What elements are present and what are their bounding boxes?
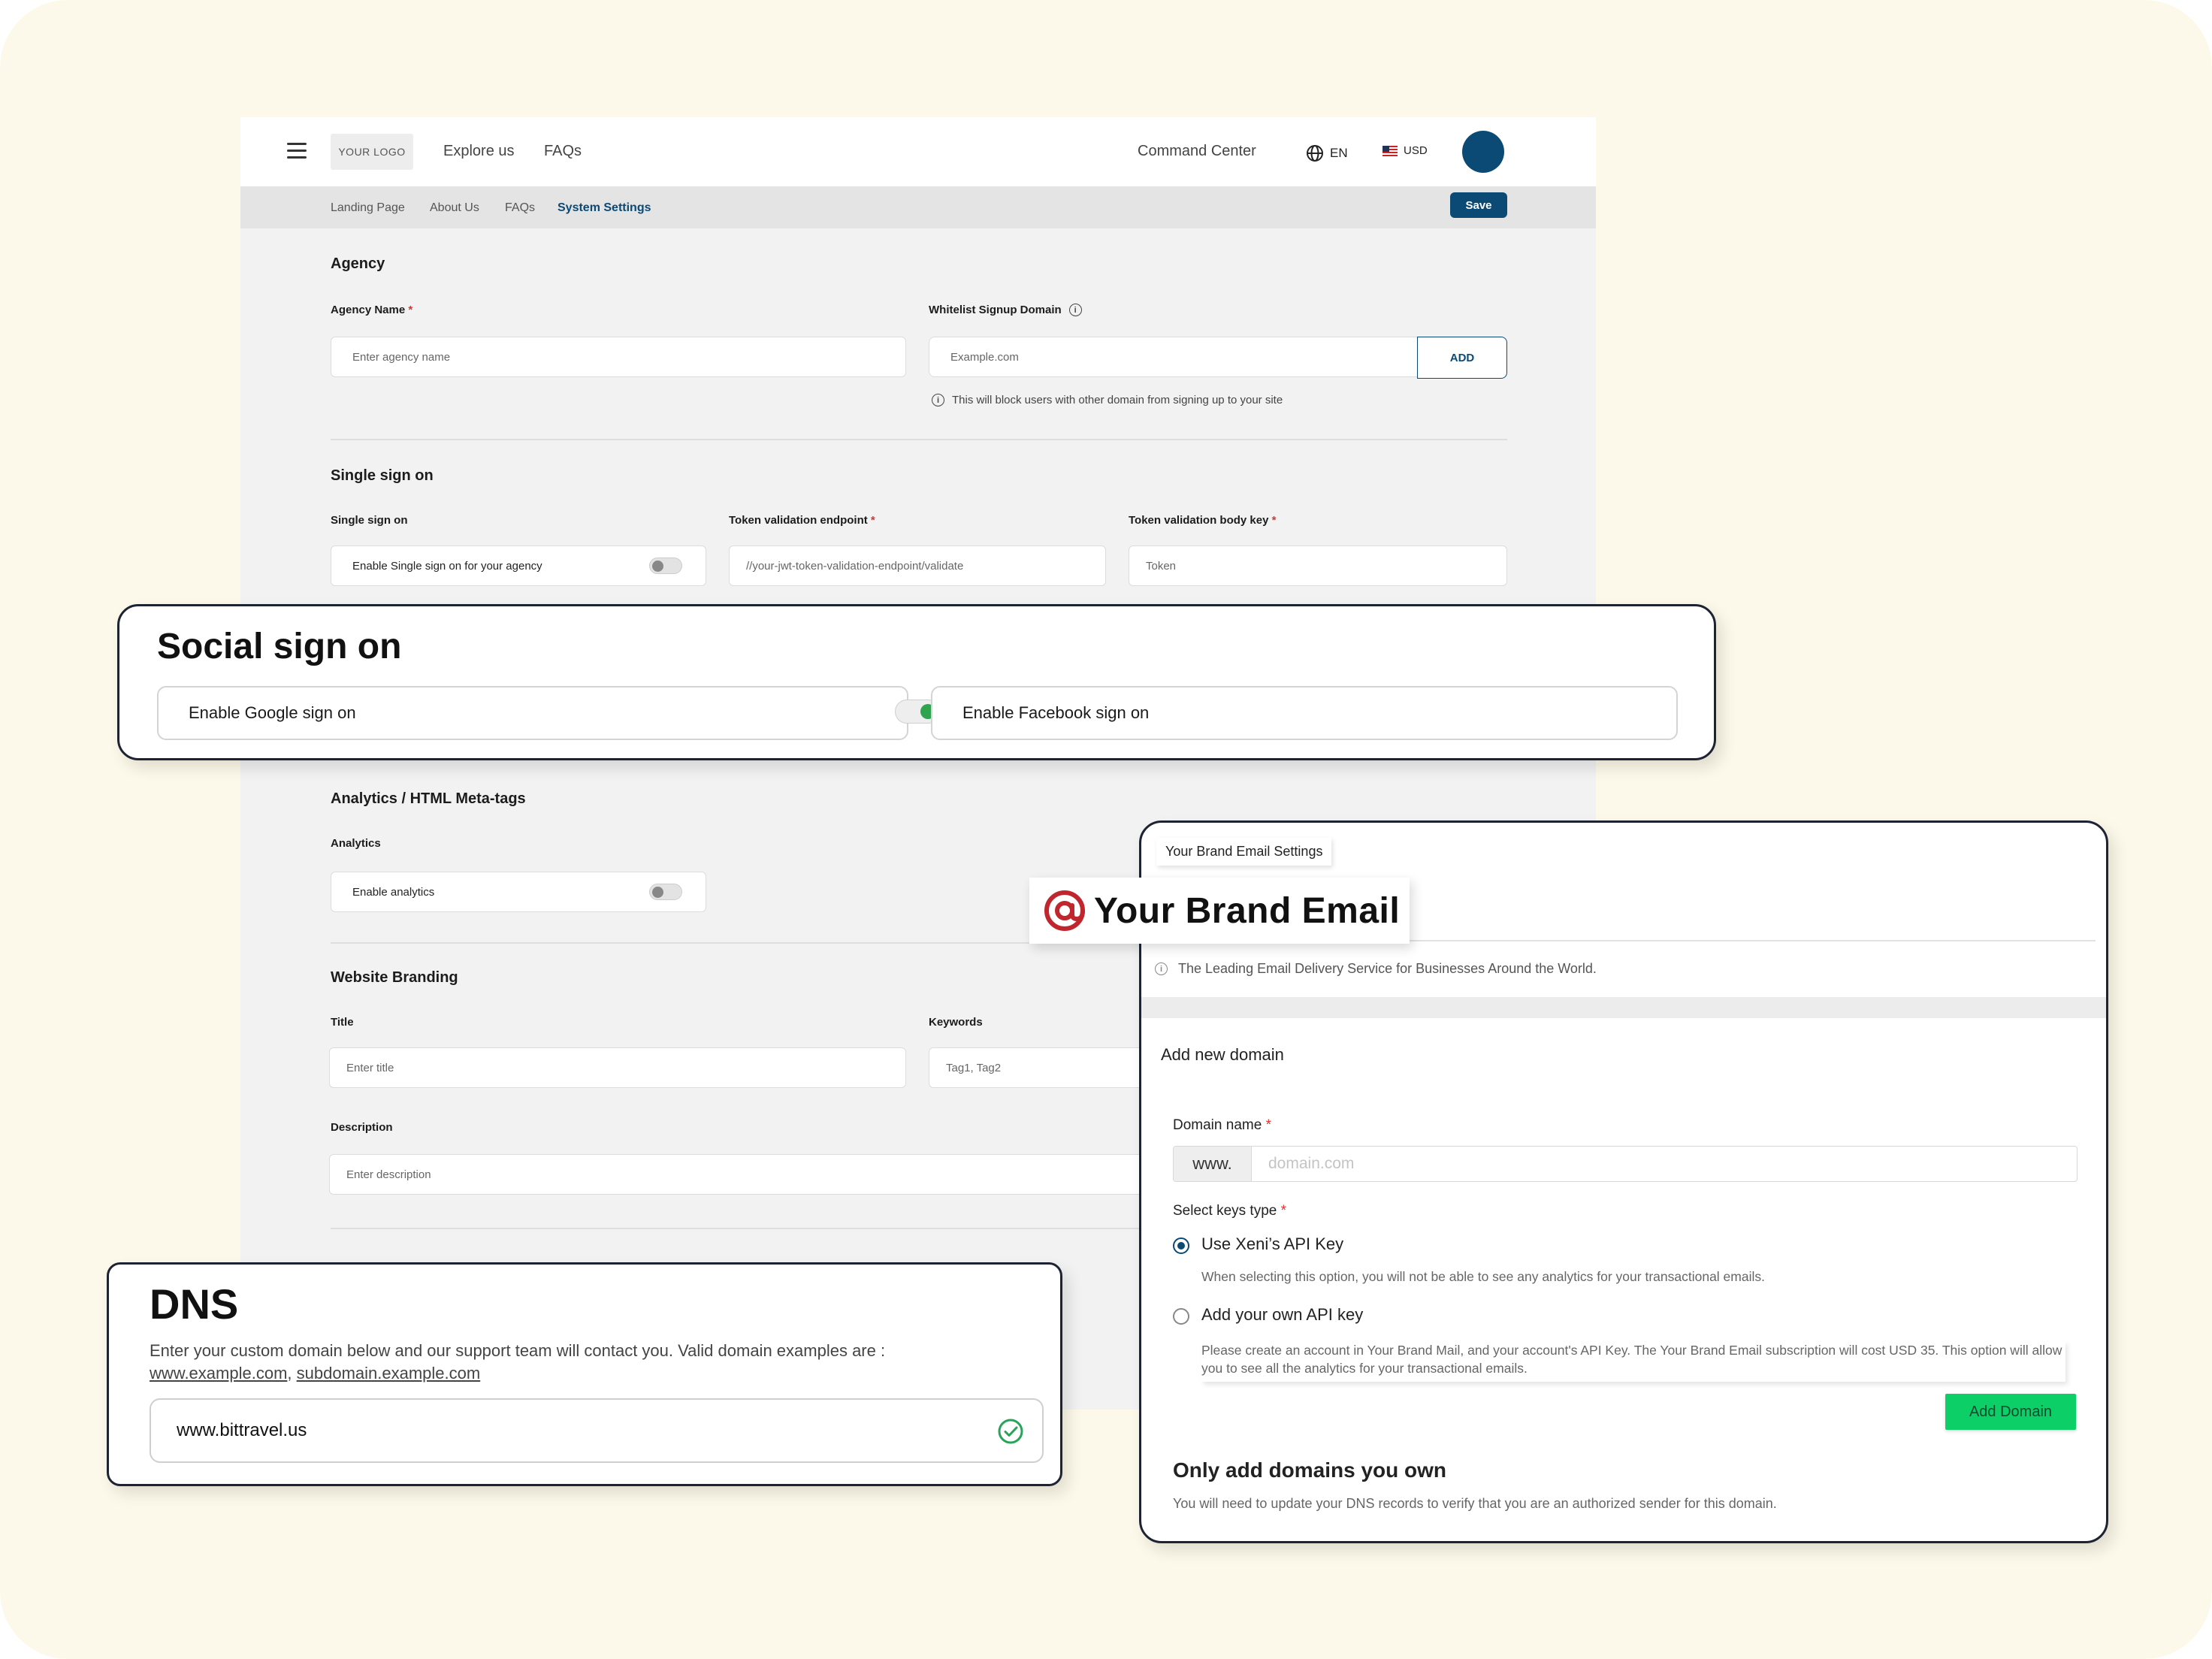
dns-card: DNS Enter your custom domain below and o…	[107, 1262, 1062, 1486]
dns-title: DNS	[150, 1280, 239, 1328]
at-sign-icon	[1044, 890, 1085, 931]
email-tagline: i The Leading Email Delivery Service for…	[1155, 961, 1597, 977]
language-label: EN	[1330, 146, 1348, 160]
facebook-sign-on-field[interactable]: Enable Facebook sign on	[931, 686, 1678, 740]
info-icon: i	[1155, 962, 1168, 975]
domain-name-label: Domain name *	[1173, 1117, 1271, 1133]
divider	[331, 439, 1507, 440]
tab-about-us[interactable]: About Us	[430, 201, 479, 215]
own-api-key-radio[interactable]	[1173, 1308, 1189, 1325]
section-separator	[1141, 997, 2106, 1018]
body-key-label: Token validation body key *	[1129, 514, 1277, 527]
sso-label: Single sign on	[331, 514, 408, 527]
social-sign-on-card: Social sign on Enable Google sign on Ena…	[117, 604, 1716, 760]
own-domains-title: Only add domains you own	[1173, 1458, 1447, 1482]
social-sign-on-title: Social sign on	[157, 627, 402, 666]
whitelist-label: Whitelist Signup Domain i	[929, 304, 1082, 316]
us-flag-icon	[1382, 145, 1398, 156]
xeni-api-key-label[interactable]: Use Xeni’s API Key	[1201, 1234, 1343, 1254]
globe-icon	[1307, 145, 1323, 162]
custom-domain-input[interactable]: www.bittravel.us	[150, 1398, 1044, 1463]
menu-icon[interactable]	[287, 143, 307, 159]
add-whitelist-button[interactable]: ADD	[1417, 337, 1507, 379]
info-icon: i	[932, 394, 944, 406]
endpoint-label: Token validation endpoint *	[729, 514, 875, 527]
title-input[interactable]: Enter title	[329, 1047, 906, 1088]
sso-section-title: Single sign on	[331, 467, 434, 484]
analytics-label: Analytics	[331, 837, 381, 850]
endpoint-input[interactable]: //your-jwt-token-validation-endpoint/val…	[729, 545, 1106, 586]
brand-email-logo: Your Brand Email	[1029, 878, 1410, 944]
keys-type-label: Select keys type *	[1173, 1203, 1287, 1219]
keywords-label: Keywords	[929, 1016, 983, 1029]
xeni-api-key-radio[interactable]	[1173, 1237, 1189, 1254]
branding-section-title: Website Branding	[331, 969, 458, 986]
user-avatar[interactable]	[1462, 131, 1504, 173]
divider	[331, 1228, 1157, 1229]
tab-faqs[interactable]: FAQs	[505, 201, 535, 215]
sso-toggle[interactable]	[649, 558, 682, 574]
agency-name-label: Agency Name *	[331, 304, 413, 316]
domain-name-field[interactable]: www. domain.com	[1173, 1146, 2078, 1182]
nav-command-center[interactable]: Command Center	[1138, 143, 1256, 160]
tab-system-settings[interactable]: System Settings	[558, 201, 651, 215]
currency-label: USD	[1404, 144, 1428, 157]
own-api-key-description: Please create an account in Your Brand M…	[1201, 1341, 2065, 1382]
currency-selector[interactable]: USD	[1382, 144, 1428, 157]
add-new-domain-heading: Add new domain	[1161, 1045, 1284, 1064]
analytics-section-title: Analytics / HTML Meta-tags	[331, 790, 526, 807]
info-icon[interactable]: i	[1068, 304, 1082, 316]
domain-name-input[interactable]: domain.com	[1252, 1147, 2077, 1181]
analytics-toggle[interactable]	[649, 884, 682, 900]
brand-email-title: Your Brand Email	[1094, 890, 1401, 931]
language-selector[interactable]: EN	[1306, 144, 1348, 162]
dns-description: Enter your custom domain below and our s…	[150, 1341, 886, 1382]
check-circle-icon	[998, 1419, 1023, 1444]
logo[interactable]: YOUR LOGO	[331, 134, 413, 170]
description-label: Description	[331, 1121, 393, 1134]
agency-section-title: Agency	[331, 255, 385, 272]
description-input[interactable]: Enter description	[329, 1154, 1171, 1195]
save-button[interactable]: Save	[1450, 192, 1507, 218]
own-domains-description: You will need to update your DNS records…	[1173, 1496, 1777, 1511]
body-key-input[interactable]: Token	[1129, 545, 1507, 586]
agency-name-input[interactable]: Enter agency name	[331, 337, 906, 377]
example-subdomain-link: subdomain.example.com	[296, 1364, 481, 1382]
xeni-api-key-description: When selecting this option, you will not…	[1201, 1269, 1765, 1284]
whitelist-hint: i This will block users with other domain…	[932, 394, 1283, 406]
top-navbar: YOUR LOGO Explore us FAQs Command Center…	[240, 117, 1596, 186]
domain-prefix: www.	[1174, 1147, 1252, 1181]
settings-subnav: Landing Page About Us FAQs System Settin…	[240, 186, 1596, 228]
nav-faqs[interactable]: FAQs	[544, 143, 582, 160]
whitelist-domain-input[interactable]: Example.com	[929, 337, 1419, 377]
tab-landing-page[interactable]: Landing Page	[331, 201, 405, 215]
title-label: Title	[331, 1016, 354, 1029]
nav-explore-us[interactable]: Explore us	[443, 143, 515, 160]
google-sign-on-field[interactable]: Enable Google sign on	[157, 686, 908, 740]
own-api-key-label[interactable]: Add your own API key	[1201, 1305, 1363, 1325]
email-settings-tab[interactable]: Your Brand Email Settings	[1156, 838, 1332, 866]
example-domain-link: www.example.com	[150, 1364, 288, 1382]
add-domain-button[interactable]: Add Domain	[1945, 1394, 2076, 1430]
